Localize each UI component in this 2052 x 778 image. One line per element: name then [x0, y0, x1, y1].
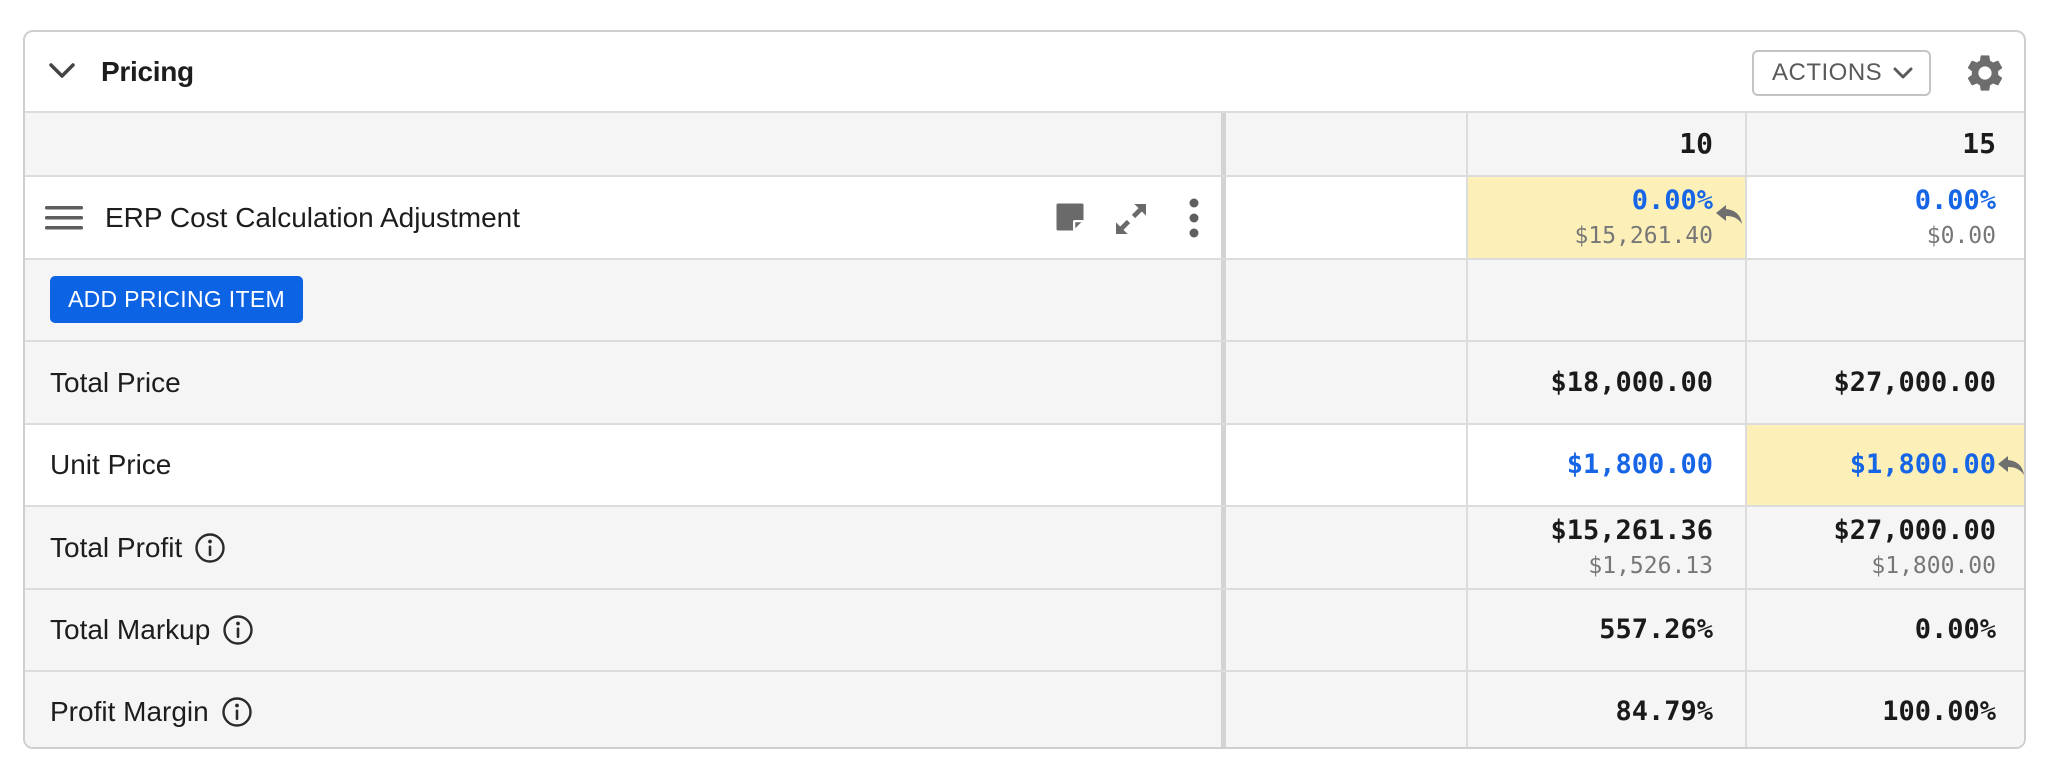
panel-header: Pricing ACTIONS: [25, 32, 2024, 113]
total-profit-value: $15,261.36: [1550, 515, 1713, 546]
more-vertical-icon[interactable]: [1187, 197, 1201, 239]
unit-price-value[interactable]: $1,800.00: [1567, 425, 1713, 505]
total-markup-cell-qty-b: 0.00%: [1745, 590, 2024, 670]
blank-cell: [1221, 177, 1466, 258]
row-label: Total Markup: [50, 614, 211, 645]
blank-cell: [1221, 672, 1466, 747]
empty-cell: [1466, 260, 1745, 340]
unit-profit-value: $1,526.13: [1588, 553, 1713, 579]
unit-price-cell-qty-b[interactable]: $1,800.00: [1745, 425, 2026, 505]
row-label-group: Profit Margin: [50, 672, 253, 747]
row-label-cell: Total Price: [25, 342, 1221, 423]
row-label-cell: Unit Price: [25, 425, 1221, 505]
panel-title: Pricing: [101, 56, 194, 87]
row-label-group: Total Markup: [50, 590, 254, 670]
expand-icon[interactable]: [1111, 199, 1151, 239]
total-markup-value: 557.26%: [1599, 614, 1713, 645]
total-price-cell-qty-b: $27,000.00: [1745, 342, 2024, 423]
empty-cell: [1745, 260, 2024, 340]
blank-cell: [1221, 590, 1466, 670]
actions-button[interactable]: ACTIONS: [1752, 50, 1931, 96]
pricing-panel: Pricing ACTIONS 10 15 ERP Cost Calculati…: [23, 30, 2026, 749]
actions-button-label: ACTIONS: [1772, 59, 1883, 86]
item-amount-value: $0.00: [1926, 223, 1996, 249]
info-icon[interactable]: [222, 614, 254, 646]
total-profit-row: Total Profit $15,261.36 $1,526.13 $27,00…: [25, 507, 2024, 590]
total-markup-cell-qty-a: 557.26%: [1466, 590, 1745, 670]
row-label-cell: Total Profit: [25, 507, 1221, 588]
blank-cell: [1221, 425, 1466, 505]
unit-price-value[interactable]: $1,800.00: [1850, 425, 1996, 505]
gear-icon[interactable]: [1963, 51, 2007, 95]
column-header-qty-b: 15: [1745, 113, 2024, 175]
pricing-item-row: ERP Cost Calculation Adjustment 0.00% $1…: [25, 177, 2024, 260]
row-label: Unit Price: [50, 449, 172, 480]
column-header-qty-a: 10: [1466, 113, 1745, 175]
profit-margin-row: Profit Margin 84.79% 100.00%: [25, 672, 2024, 747]
add-pricing-item-button[interactable]: ADD PRICING ITEM: [50, 276, 303, 323]
total-price-cell-qty-a: $18,000.00: [1466, 342, 1745, 423]
label-column-header: [25, 113, 1221, 175]
total-price-value: $18,000.00: [1550, 367, 1713, 398]
row-label: Total Profit: [50, 531, 183, 563]
item-percent-value[interactable]: 0.00%: [1632, 185, 1713, 216]
unit-profit-value: $1,800.00: [1871, 553, 1996, 579]
item-label-cell: ERP Cost Calculation Adjustment: [25, 177, 1221, 258]
profit-margin-cell-qty-a: 84.79%: [1466, 672, 1745, 747]
row-label: Profit Margin: [50, 695, 209, 727]
info-icon[interactable]: [221, 696, 253, 728]
total-markup-value: 0.00%: [1914, 614, 1996, 645]
profit-margin-cell-qty-b: 100.00%: [1745, 672, 2024, 747]
pricing-item-title: ERP Cost Calculation Adjustment: [105, 202, 521, 233]
add-item-row: ADD PRICING ITEM: [25, 260, 2024, 342]
chevron-down-icon: [1893, 67, 1913, 79]
drag-handle-icon[interactable]: [45, 203, 83, 233]
chevron-down-icon[interactable]: [47, 59, 77, 83]
row-label-group: Total Profit: [50, 507, 226, 588]
item-cell-qty-a[interactable]: 0.00% $15,261.40: [1466, 177, 1745, 258]
reset-icon[interactable]: [1996, 454, 2026, 476]
row-label-cell: Total Markup: [25, 590, 1221, 670]
blank-column-header: [1221, 113, 1466, 175]
total-profit-cell-qty-b: $27,000.00 $1,800.00: [1745, 507, 2024, 588]
blank-cell: [1221, 507, 1466, 588]
column-header-label: 15: [1962, 127, 1996, 160]
total-markup-row: Total Markup 557.26% 0.00%: [25, 590, 2024, 672]
item-cell-qty-b[interactable]: 0.00% $0.00: [1745, 177, 2024, 258]
total-profit-cell-qty-a: $15,261.36 $1,526.13: [1466, 507, 1745, 588]
add-item-cell: ADD PRICING ITEM: [25, 260, 1221, 340]
total-price-row: Total Price $18,000.00 $27,000.00: [25, 342, 2024, 425]
column-header-row: 10 15: [25, 113, 2024, 177]
row-label-cell: Profit Margin: [25, 672, 1221, 747]
item-percent-value[interactable]: 0.00%: [1915, 185, 1996, 216]
profit-margin-value: 84.79%: [1615, 696, 1713, 727]
info-icon[interactable]: [194, 532, 226, 564]
blank-cell: [1221, 342, 1466, 423]
row-label: Total Price: [50, 367, 181, 398]
profit-margin-value: 100.00%: [1882, 696, 1996, 727]
unit-price-row: Unit Price $1,800.00 $1,800.00: [25, 425, 2024, 507]
total-profit-value: $27,000.00: [1833, 515, 1996, 546]
note-icon[interactable]: [1052, 199, 1088, 235]
blank-cell: [1221, 260, 1466, 340]
reset-icon[interactable]: [1714, 203, 1744, 225]
total-price-value: $27,000.00: [1833, 367, 1996, 398]
item-amount-value: $15,261.40: [1574, 223, 1713, 249]
unit-price-cell-qty-a[interactable]: $1,800.00: [1466, 425, 1745, 505]
column-header-label: 10: [1679, 127, 1713, 160]
